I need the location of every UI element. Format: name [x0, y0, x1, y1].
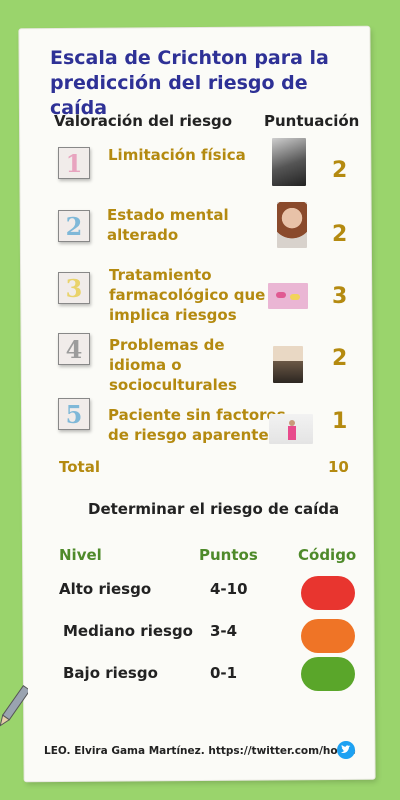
level-alto: Alto riesgo [59, 580, 152, 598]
number-4: 4 [65, 334, 83, 364]
item-5-line-1: Paciente sin factores [108, 406, 286, 424]
total-label: Total [59, 458, 100, 476]
points-alto: 4-10 [210, 580, 248, 598]
code-orange-pill [301, 619, 355, 653]
number-tile-1: 1 [58, 147, 90, 179]
column-puntos: Puntos [199, 546, 258, 564]
item-2-line-1: Estado mental [107, 206, 229, 224]
total-value: 10 [328, 458, 349, 476]
item-label-2: Estado mental alterado [107, 205, 229, 245]
column-nivel: Nivel [59, 546, 102, 564]
woman-portrait-photo [277, 202, 307, 248]
code-red-pill [301, 576, 355, 610]
number-tile-4: 4 [58, 333, 90, 365]
risk-heading: Determinar el riesgo de caída [88, 500, 340, 518]
item-label-1: Limitación física [108, 145, 246, 165]
number-2: 2 [65, 211, 83, 241]
pills-photo [268, 283, 308, 309]
item-3-line-1: Tratamiento [109, 266, 212, 284]
item-4-line-1: Problemas de [109, 336, 225, 354]
header-puntuacion: Puntuación [264, 112, 360, 130]
points-mediano: 3-4 [210, 622, 238, 640]
number-1: 1 [65, 148, 83, 178]
number-3: 3 [65, 273, 83, 303]
item-label-4: Problemas de idioma o socioculturales [109, 335, 237, 395]
item-4-line-2: idioma o [109, 356, 182, 374]
score-4: 2 [332, 346, 348, 371]
score-3: 3 [332, 284, 348, 309]
item-2-line-2: alterado [107, 226, 179, 244]
number-tile-2: 2 [58, 210, 90, 242]
score-5: 1 [332, 409, 348, 434]
score-2: 2 [332, 222, 348, 247]
twitter-icon[interactable] [337, 741, 355, 759]
page-title: Escala de Crichton para la predicción de… [50, 47, 329, 119]
score-1: 2 [332, 158, 348, 183]
number-tile-5: 5 [58, 398, 90, 430]
item-label-5: Paciente sin factores de riesgo aparente [108, 405, 286, 445]
item-label-3: Tratamiento farmacológico que implica ri… [109, 265, 265, 325]
level-mediano: Mediano riesgo [63, 622, 193, 640]
points-bajo: 0-1 [210, 664, 238, 682]
wheelchair-photo [272, 138, 306, 186]
item-5-line-2: de riesgo aparente [108, 426, 269, 444]
header-valoracion: Valoración del riesgo [54, 112, 233, 130]
item-1-line-1: Limitación física [108, 146, 246, 164]
level-bajo: Bajo riesgo [63, 664, 158, 682]
people-talking-photo [273, 346, 303, 383]
item-4-line-3: socioculturales [109, 376, 237, 394]
exercising-woman-photo [269, 414, 313, 444]
code-green-pill [301, 657, 355, 691]
number-tile-3: 3 [58, 272, 90, 304]
footer-credit: LEO. Elvira Gama Martínez. https://twitt… [44, 745, 356, 757]
item-3-line-2: farmacológico que [109, 286, 266, 304]
pencil-icon [0, 684, 28, 727]
number-5: 5 [65, 399, 83, 429]
item-3-line-3: implica riesgos [109, 306, 237, 324]
column-codigo: Código [298, 546, 357, 564]
